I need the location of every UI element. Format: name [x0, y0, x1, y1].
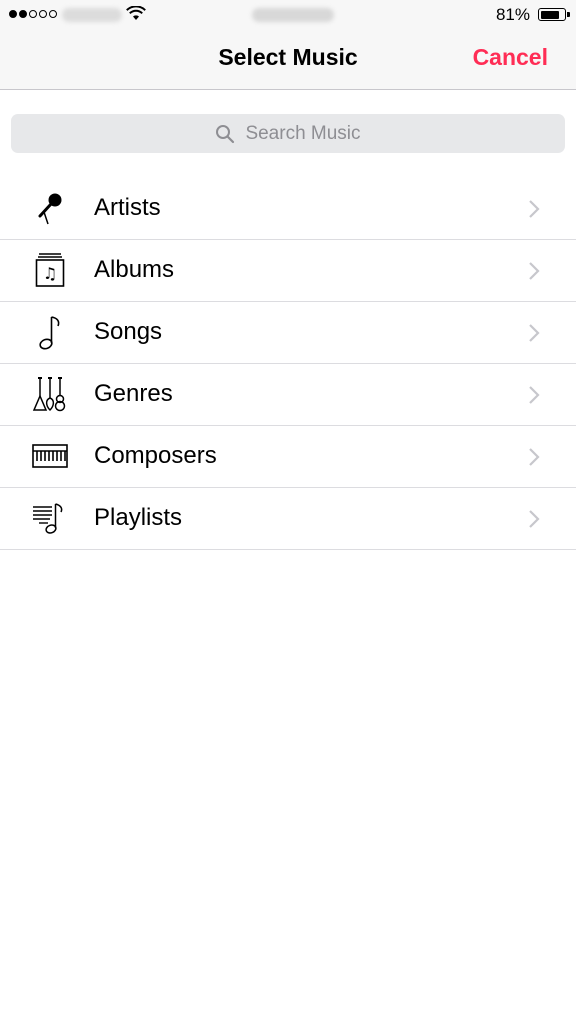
list-item-playlists[interactable]: Playlists: [0, 488, 576, 550]
search-bar: Search Music: [0, 90, 576, 170]
chevron-right-icon: [529, 262, 540, 280]
search-input[interactable]: Search Music: [11, 114, 565, 153]
list-item-genres[interactable]: Genres: [0, 364, 576, 426]
status-bar: 81%: [0, 0, 576, 30]
battery-percentage: 81%: [495, 5, 530, 24]
list-item-label: Songs: [94, 318, 163, 345]
list-item-label: Artists: [94, 194, 161, 221]
list-item-songs[interactable]: Songs: [0, 302, 576, 364]
cancel-button[interactable]: Cancel: [473, 44, 548, 71]
carrier-name-redacted: [62, 8, 122, 22]
list-item-albums[interactable]: ♫ Albums: [0, 240, 576, 302]
microphone-icon: [32, 190, 68, 226]
list-item-label: Composers: [94, 442, 217, 469]
chevron-right-icon: [529, 510, 540, 528]
piano-keyboard-icon: [32, 438, 68, 474]
search-placeholder: Search Music: [245, 122, 361, 144]
chevron-right-icon: [529, 448, 540, 466]
list-item-label: Albums: [94, 256, 175, 283]
music-category-list: Artists ♫ Albums Songs Genres Composers …: [0, 178, 576, 550]
list-item-label: Playlists: [94, 504, 183, 531]
signal-strength-icon: [9, 10, 57, 18]
album-icon: ♫: [32, 252, 68, 288]
playlist-icon: [32, 500, 68, 536]
chevron-right-icon: [529, 386, 540, 404]
list-item-composers[interactable]: Composers: [0, 426, 576, 488]
wifi-icon: [126, 6, 146, 20]
chevron-right-icon: [529, 200, 540, 218]
list-item-label: Genres: [94, 380, 173, 407]
battery-icon: [538, 8, 566, 21]
guitars-icon: [32, 376, 68, 412]
navigation-bar: Select Music Cancel: [0, 30, 576, 90]
music-note-icon: [32, 314, 68, 350]
list-item-artists[interactable]: Artists: [0, 178, 576, 240]
search-icon: [215, 124, 235, 144]
svg-text:♫: ♫: [43, 264, 57, 283]
battery-cap: [567, 12, 570, 17]
clock-redacted: [252, 8, 334, 22]
chevron-right-icon: [529, 324, 540, 342]
